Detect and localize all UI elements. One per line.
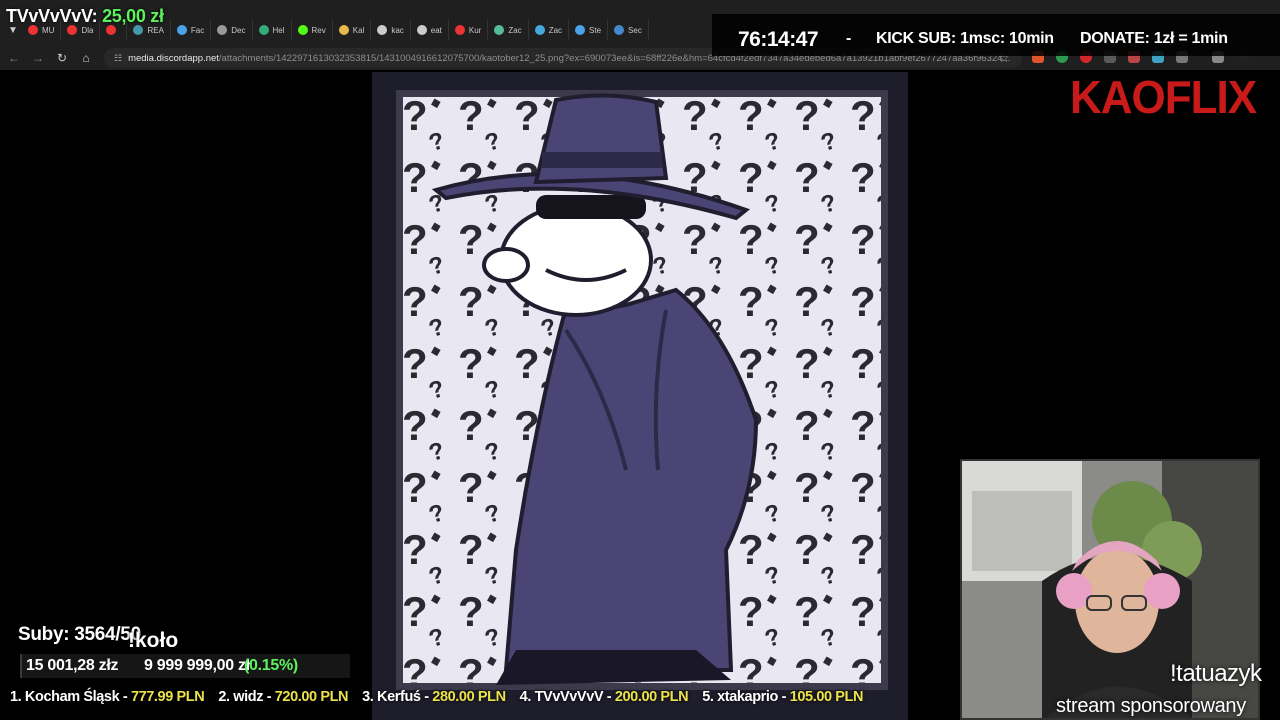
browser-tab[interactable]: Zac bbox=[529, 20, 570, 40]
goal-target: 9 999 999,00 zł bbox=[144, 657, 250, 674]
artwork-image: ? ? bbox=[396, 90, 888, 690]
back-icon[interactable]: ← bbox=[2, 46, 26, 70]
leaderboard-name: 3. Kerfuś - bbox=[362, 689, 433, 705]
leaderboard-amount: 777.99 PLN bbox=[130, 689, 205, 705]
browser-tab[interactable]: kac bbox=[371, 20, 411, 40]
donation-leaderboard: 1. Kocham Śląsk - 777.99 PLN 2. widz - 72… bbox=[10, 689, 863, 705]
leaderboard-amount: 105.00 PLN bbox=[789, 689, 864, 705]
tab-favicon-icon bbox=[377, 25, 388, 35]
leaderboard-entry: 5. xtakaprio - 105.00 PLN bbox=[702, 689, 863, 705]
site-info-icon[interactable]: ☷ bbox=[114, 53, 122, 64]
tab-label: Ste bbox=[589, 25, 602, 35]
timer-separator: - bbox=[846, 30, 852, 47]
sponsored-stream-label: stream sponsorowany bbox=[1056, 695, 1246, 717]
donate-rate: DONATE: 1zł = 1min bbox=[1080, 30, 1228, 47]
reload-icon[interactable]: ↻ bbox=[50, 46, 74, 70]
home-icon[interactable]: ⌂ bbox=[74, 46, 98, 70]
leaderboard-amount: 280.00 PLN bbox=[432, 689, 506, 705]
tab-label: eat bbox=[430, 25, 442, 35]
browser-tab[interactable]: Fac bbox=[171, 20, 212, 40]
tab-label: Kur bbox=[468, 25, 482, 35]
kaoflix-logo: KAOFLIX bbox=[1070, 72, 1257, 124]
tattoo-command: !tatuazyk bbox=[1170, 660, 1262, 687]
tab-label: Zac bbox=[548, 25, 563, 35]
tab-label: Rev bbox=[311, 25, 326, 35]
tab-favicon-icon bbox=[416, 25, 427, 35]
browser-tab[interactable]: Kal bbox=[333, 20, 372, 40]
forward-icon[interactable]: → bbox=[26, 46, 50, 70]
tab-label: Zac bbox=[508, 25, 522, 35]
leaderboard-amount: 200.00 PLN bbox=[614, 689, 689, 705]
subathon-timer: 76:14:47 bbox=[738, 28, 819, 51]
tab-favicon-icon bbox=[454, 25, 465, 35]
goal-percent: (0.15%) bbox=[244, 657, 298, 674]
tab-label: Fac bbox=[190, 25, 205, 35]
leaderboard-name: 4. TVvVvVvV - bbox=[519, 689, 615, 705]
tab-label: kac bbox=[391, 25, 404, 35]
leaderboard-name: 5. xtakaprio - bbox=[702, 689, 790, 705]
tab-label: Sec bbox=[628, 25, 642, 35]
browser-tab[interactable]: Ste bbox=[569, 20, 609, 40]
leaderboard-name: 2. widz - bbox=[218, 689, 275, 705]
goal-current: 15 001,28 złz bbox=[26, 657, 119, 674]
tab-favicon-icon bbox=[176, 25, 187, 35]
tab-favicon-icon bbox=[258, 25, 269, 35]
tab-label: Hel bbox=[272, 25, 285, 35]
url-host: media.discordapp.net bbox=[128, 52, 219, 64]
browser-tab[interactable]: Sec bbox=[608, 20, 649, 40]
browser-tab[interactable]: Hel bbox=[253, 20, 292, 40]
browser-tab[interactable]: Rev bbox=[292, 20, 333, 40]
donation-amount: 25,00 zł bbox=[102, 6, 164, 26]
tab-label: Kal bbox=[352, 25, 365, 35]
browser-tab[interactable]: Dec bbox=[211, 20, 253, 40]
browser-tab[interactable]: Kur bbox=[449, 20, 489, 40]
tab-favicon-icon bbox=[297, 25, 308, 35]
donor-name: TVvVvVvV: bbox=[6, 6, 98, 26]
tab-label: Dec bbox=[231, 25, 246, 35]
leaderboard-entry: 1. Kocham Śląsk - 777.99 PLN bbox=[10, 689, 205, 705]
wheel-command: !koło bbox=[128, 629, 179, 652]
browser-tab[interactable]: eat bbox=[411, 20, 449, 40]
donation-alert: TVvVvVvV: 25,00 zł bbox=[6, 6, 164, 27]
tab-favicon-icon bbox=[534, 25, 545, 35]
subs-counter: Suby: 3564/50 bbox=[18, 624, 141, 645]
browser-tab[interactable]: Zac bbox=[488, 20, 529, 40]
tab-favicon-icon bbox=[614, 25, 625, 35]
tab-favicon-icon bbox=[494, 25, 505, 35]
leaderboard-amount: 720.00 PLN bbox=[274, 689, 349, 705]
leaderboard-name: 1. Kocham Śląsk - bbox=[10, 689, 131, 705]
tab-favicon-icon bbox=[217, 25, 228, 35]
tab-favicon-icon bbox=[338, 25, 349, 35]
goal-progress-fill bbox=[20, 654, 22, 678]
kick-sub-rate: KICK SUB: 1msc: 10min bbox=[876, 30, 1054, 47]
leaderboard-entry: 2. widz - 720.00 PLN bbox=[218, 689, 348, 705]
tab-favicon-icon bbox=[575, 25, 586, 35]
leaderboard-entry: 3. Kerfuś - 280.00 PLN bbox=[362, 689, 506, 705]
leaderboard-entry: 4. TVvVvVvV - 200.00 PLN bbox=[520, 689, 689, 705]
